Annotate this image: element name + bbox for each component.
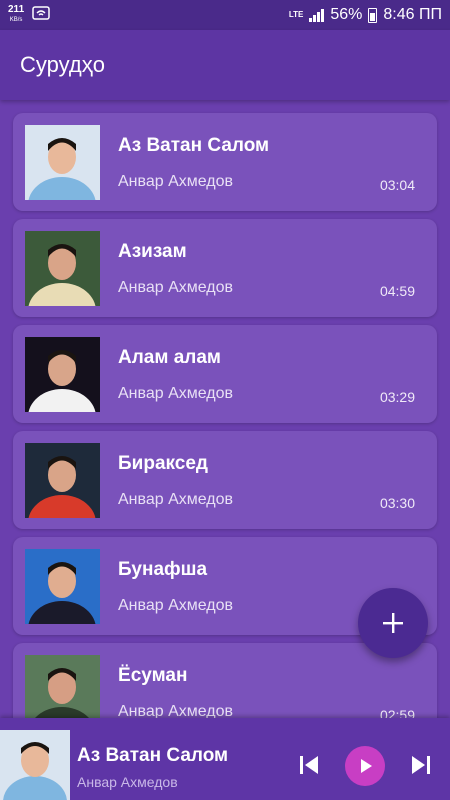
song-title: Бираксед: [118, 453, 208, 474]
mini-player[interactable]: Аз Ватан Салом Анвар Ахмедов: [0, 718, 450, 800]
song-duration: 03:30: [379, 495, 415, 511]
app-bar: Сурудҳо: [0, 30, 450, 100]
lte-indicator: LTE: [288, 10, 304, 19]
song-cover: [25, 655, 100, 718]
status-bar: 211 KB/s LTE 56% 8:46 ПП: [0, 0, 450, 30]
song-title: Азизам: [118, 241, 187, 262]
now-playing-title: Аз Ватан Салом: [77, 745, 229, 766]
page-title: Сурудҳо: [20, 52, 105, 77]
now-playing-cover: [0, 730, 70, 800]
song-card[interactable]: Бираксед Анвар Ахмедов 03:30: [13, 431, 437, 529]
song-duration: 03:29: [379, 389, 415, 405]
song-card[interactable]: Аз Ватан Салом Анвар Ахмедов 03:04: [13, 113, 437, 211]
song-cover: [25, 549, 100, 624]
song-cover: [25, 337, 100, 412]
song-artist: Анвар Ахмедов: [118, 173, 234, 190]
skip-next-icon: [412, 756, 430, 774]
song-title: Алам алам: [118, 347, 221, 368]
song-title: Бунафша: [118, 559, 208, 580]
song-cover: [25, 443, 100, 518]
battery-percent: 56%: [330, 6, 363, 23]
song-cover: [25, 125, 100, 200]
song-artist: Анвар Ахмедов: [118, 491, 234, 508]
song-title: Ёсуман: [118, 665, 188, 686]
song-card[interactable]: Ёсуман Анвар Ахмедов 02:59: [13, 643, 437, 718]
add-fab-button[interactable]: [358, 588, 428, 658]
song-artist: Анвар Ахмедов: [118, 279, 234, 296]
wifi-icon: [32, 6, 50, 24]
song-duration: 02:59: [379, 707, 415, 718]
clock: 8:46 ПП: [383, 6, 442, 23]
song-artist: Анвар Ахмедов: [118, 597, 234, 614]
song-artist: Анвар Ахмедов: [118, 703, 234, 718]
network-speed-unit: KB/s: [9, 17, 23, 23]
song-artist: Анвар Ахмедов: [118, 385, 234, 402]
now-playing-artist: Анвар Ахмедов: [77, 774, 178, 790]
battery-icon: [368, 7, 378, 23]
play-icon: [361, 759, 372, 773]
skip-previous-icon: [300, 756, 318, 774]
song-duration: 04:59: [379, 283, 415, 299]
plus-icon: [383, 613, 403, 633]
next-button[interactable]: [406, 750, 436, 780]
signal-icon: [309, 8, 325, 22]
song-cover: [25, 231, 100, 306]
song-card[interactable]: Азизам Анвар Ахмедов 04:59: [13, 219, 437, 317]
song-duration: 03:04: [379, 177, 415, 193]
network-speed-value: 211: [8, 4, 25, 15]
song-card[interactable]: Алам алам Анвар Ахмедов 03:29: [13, 325, 437, 423]
previous-button[interactable]: [294, 750, 324, 780]
play-button[interactable]: [345, 746, 385, 786]
song-title: Аз Ватан Салом: [118, 135, 270, 156]
network-speed: 211 KB/s: [8, 5, 24, 25]
